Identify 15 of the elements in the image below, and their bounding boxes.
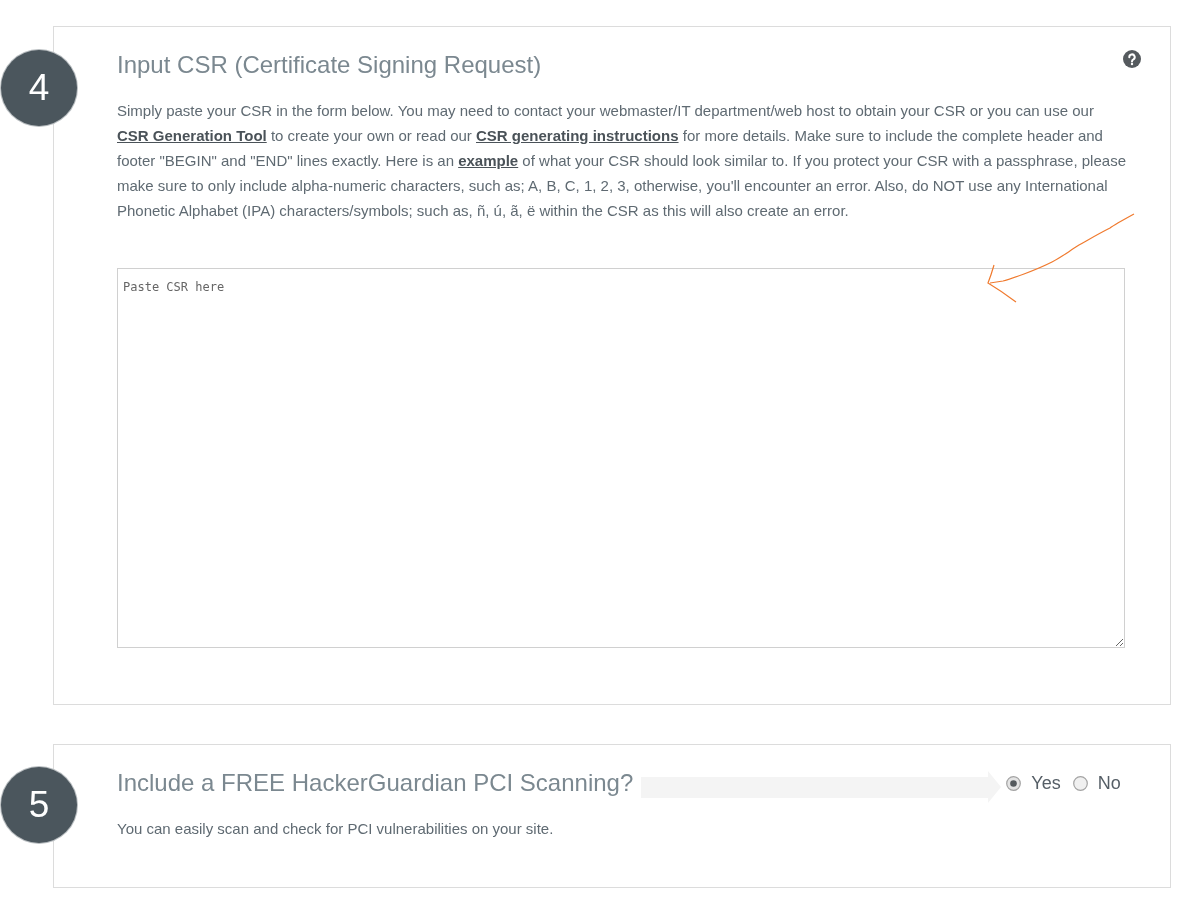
step-number: 4 [1, 50, 77, 126]
step-title: Include a FREE HackerGuardian PCI Scanning? [117, 768, 634, 798]
radio-option[interactable]: Yes [1006, 772, 1061, 794]
help-icon[interactable] [1123, 50, 1141, 68]
inline-link[interactable]: example [458, 152, 519, 169]
csr-textarea[interactable]: Paste CSR here [117, 268, 1125, 648]
description-text: You can easily scan and check for PCI vulnerabilities on your site. [117, 819, 555, 839]
inline-link[interactable]: CSR generating instructions [476, 127, 679, 144]
instructions-text: Simply paste your CSR in the form below. You may need to contact your webmaster/IT department/web host to obtain your CSR or you can use our CSR Generation Tool to create your own or read our CSR generating instructions for more details. Make sure to include the complete header and footer "BEGIN" and "END" lines exactly. Here is an example of what your CSR should look similar to. If you protect your CSR with a passphrase, please make sure to only include alpha-numeric characters, such as; A, B, C, 1, 2, 3, otherwise, you'll encounter an error. Also, do NOT use any International Phonetic Alphabet (IPA) characters/symbols; such as, ñ, ú, ã, ë within the CSR as this will also create an error. [117, 101, 1127, 221]
step-title: Input CSR (Certificate Signing Request) [117, 50, 542, 80]
radio-option[interactable]: No [1072, 772, 1121, 794]
inline-link[interactable]: CSR Generation Tool [117, 127, 267, 144]
radio-icon[interactable] [1072, 775, 1088, 791]
step-number: 5 [1, 767, 77, 843]
radio-icon[interactable] [1006, 775, 1022, 791]
